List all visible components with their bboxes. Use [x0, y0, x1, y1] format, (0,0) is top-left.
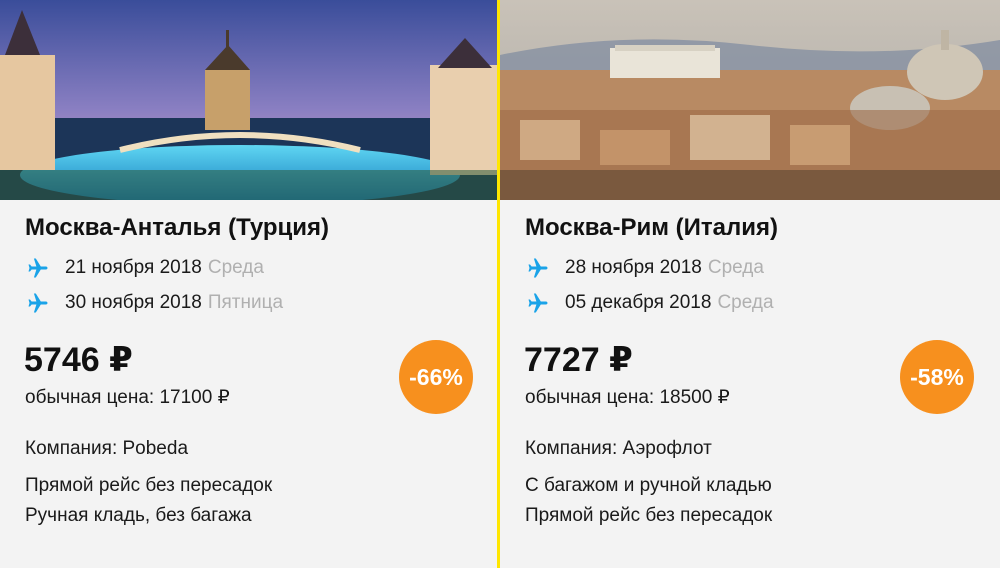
outbound-flight: 21 ноября 2018 Среда — [23, 254, 264, 282]
route-title: Москва-Рим (Италия) — [525, 214, 778, 241]
plane-return-icon — [23, 289, 53, 317]
regular-price: обычная цена: 17100 ₽ — [25, 387, 230, 408]
airline-company: Компания: Pobeda — [25, 438, 189, 459]
return-flight: 05 декабря 2018 Среда — [523, 289, 774, 317]
offer-photo-antalya — [0, 0, 497, 200]
return-weekday: Пятница — [207, 292, 284, 313]
feature-item: С багажом и ручной кладью — [525, 475, 772, 496]
feature-item: Прямой рейс без пересадок — [25, 475, 273, 496]
plane-return-icon — [523, 289, 553, 317]
outbound-date: 28 ноября 2018 — [565, 257, 702, 278]
feature-item: Ручная кладь, без багажа — [25, 505, 252, 526]
plane-departure-icon — [523, 254, 553, 282]
offer-card-antalya[interactable]: Москва-Анталья (Турция) 21 ноября 2018 С… — [0, 0, 497, 568]
outbound-weekday: Среда — [207, 257, 264, 278]
return-date: 30 ноября 2018 — [65, 292, 202, 313]
route-title: Москва-Анталья (Турция) — [25, 214, 330, 241]
discount-badge: -66% — [399, 340, 473, 414]
feature-item: Прямой рейс без пересадок — [525, 505, 773, 526]
outbound-date: 21 ноября 2018 — [65, 257, 202, 278]
offer-price: 7727 ₽ — [524, 341, 633, 379]
offer-price: 5746 ₽ — [24, 341, 133, 379]
airline-company: Компания: Аэрофлот — [525, 438, 712, 459]
regular-price: обычная цена: 18500 ₽ — [525, 387, 730, 408]
return-weekday: Среда — [717, 292, 774, 313]
offer-card-rome[interactable]: Москва-Рим (Италия) 28 ноября 2018 Среда… — [500, 0, 1000, 568]
outbound-flight: 28 ноября 2018 Среда — [523, 254, 764, 282]
offer-photo-rome — [500, 0, 1000, 200]
return-flight: 30 ноября 2018 Пятница — [23, 289, 283, 317]
outbound-weekday: Среда — [707, 257, 764, 278]
discount-badge: -58% — [900, 340, 974, 414]
plane-departure-icon — [23, 254, 53, 282]
return-date: 05 декабря 2018 — [565, 292, 712, 313]
